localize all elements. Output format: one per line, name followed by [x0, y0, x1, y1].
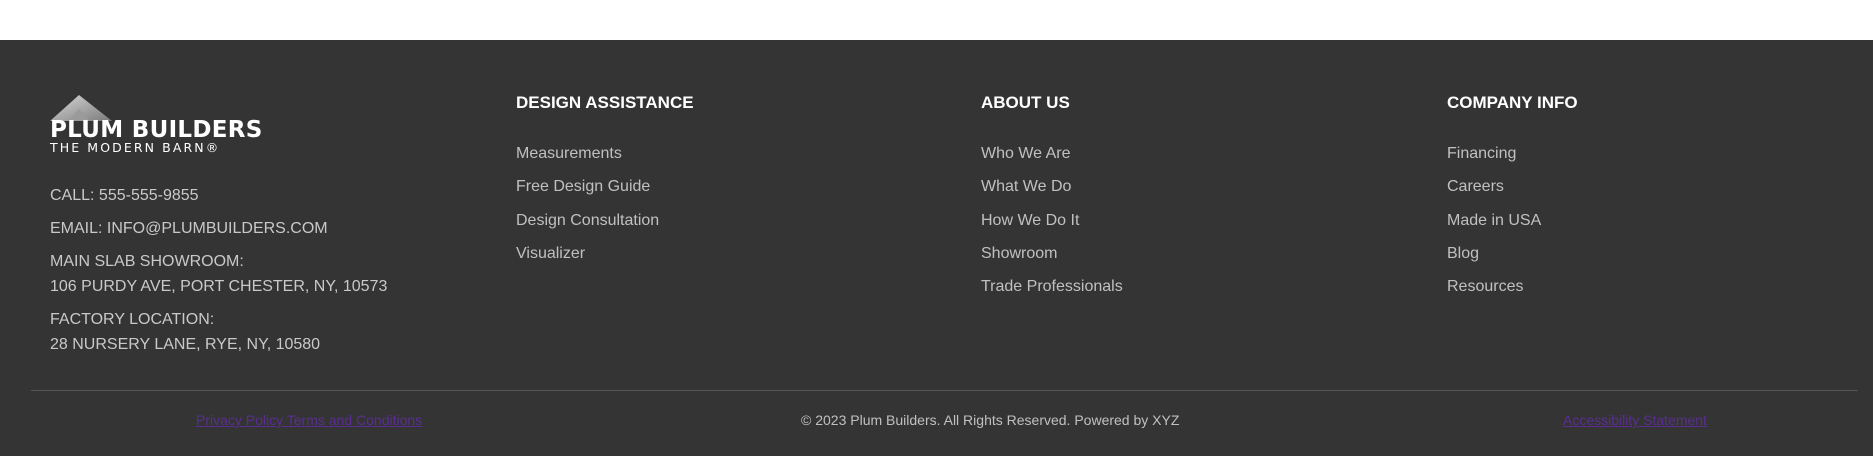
contact-phone[interactable]: CALL: 555-555-9855	[50, 183, 199, 208]
copyright-text: © 2023 Plum Builders. All Rights Reserve…	[801, 412, 1180, 428]
contact-email[interactable]: EMAIL: INFO@PLUMBUILDERS.COM	[50, 216, 328, 241]
factory-label: FACTORY LOCATION:	[50, 311, 215, 328]
footer-link-list: Who We Are What We Do How We Do It Showr…	[981, 144, 1123, 310]
showroom-address: 106 PURDY AVE, PORT CHESTER, NY, 10573	[50, 278, 388, 295]
footer-divider	[31, 390, 1858, 391]
footer-link-what-we-do[interactable]: What We Do	[981, 178, 1071, 195]
brand-logo[interactable]: PLUM BUILDERS THE MODERN BARN®	[50, 95, 262, 155]
legal-links[interactable]: Privacy Policy Terms and Conditions	[196, 412, 422, 428]
showroom-label: MAIN SLAB SHOWROOM:	[50, 253, 244, 270]
footer-link-trade-professionals[interactable]: Trade Professionals	[981, 278, 1123, 295]
footer-link-showroom[interactable]: Showroom	[981, 245, 1057, 262]
footer-link-visualizer[interactable]: Visualizer	[516, 245, 585, 262]
brand-name: PLUM BUILDERS	[50, 117, 263, 143]
footer-link-list: Measurements Free Design Guide Design Co…	[516, 144, 659, 277]
footer-link-financing[interactable]: Financing	[1447, 145, 1516, 162]
footer-link-made-in-usa[interactable]: Made in USA	[1447, 212, 1541, 229]
page-top-area	[0, 0, 1873, 40]
accessibility-statement-link[interactable]: Accessibility Statement	[1563, 412, 1707, 428]
column-heading: ABOUT US	[981, 93, 1070, 112]
footer-link-free-design-guide[interactable]: Free Design Guide	[516, 178, 650, 195]
footer-link-blog[interactable]: Blog	[1447, 245, 1479, 262]
footer-link-design-consultation[interactable]: Design Consultation	[516, 212, 659, 229]
footer-link-how-we-do-it[interactable]: How We Do It	[981, 212, 1079, 229]
footer-link-list: Financing Careers Made in USA Blog Resou…	[1447, 144, 1541, 310]
brand-tagline: THE MODERN BARN®	[50, 140, 221, 155]
column-heading: COMPANY INFO	[1447, 93, 1578, 112]
footer-link-measurements[interactable]: Measurements	[516, 145, 622, 162]
column-heading: DESIGN ASSISTANCE	[516, 93, 694, 112]
factory-address: 28 NURSERY LANE, RYE, NY, 10580	[50, 336, 321, 353]
site-footer: PLUM BUILDERS THE MODERN BARN® CALL: 555…	[0, 40, 1873, 456]
footer-link-who-we-are[interactable]: Who We Are	[981, 145, 1071, 162]
footer-link-resources[interactable]: Resources	[1447, 278, 1523, 295]
footer-link-careers[interactable]: Careers	[1447, 178, 1504, 195]
